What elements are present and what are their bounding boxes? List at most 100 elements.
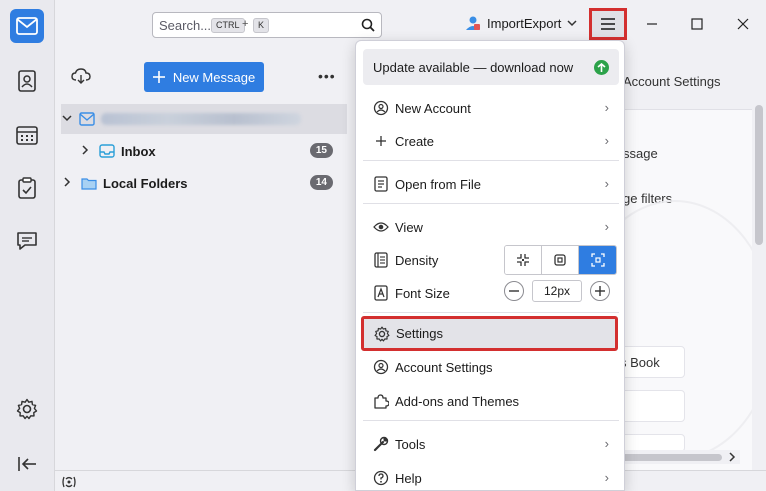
chevron-right-icon: › (604, 100, 609, 115)
chevron-right-icon: › (604, 176, 609, 191)
inbox-icon (99, 144, 115, 158)
chevron-right-icon: › (604, 470, 609, 485)
puzzle-icon (370, 393, 392, 409)
menu-label-account-settings: Account Settings (395, 359, 493, 375)
font-size-controls: 12px (504, 280, 610, 302)
close-button[interactable] (733, 14, 753, 34)
update-available-label: Update available — download now (373, 59, 574, 75)
address-book-card-label: s Book (620, 355, 660, 370)
chevron-right-icon[interactable] (79, 144, 91, 158)
menu-item-create[interactable]: Create › (363, 126, 619, 156)
chevron-down-icon[interactable] (61, 114, 73, 125)
font-size-increase-button[interactable] (590, 281, 610, 301)
update-available-item[interactable]: Update available — download now (363, 49, 619, 85)
folder-account-row[interactable] (61, 104, 347, 134)
menu-item-help[interactable]: Help › (363, 463, 619, 490)
plus-icon (595, 286, 605, 296)
tasks-icon (18, 177, 36, 199)
font-size-icon (370, 285, 392, 301)
account-mail-icon (79, 112, 95, 126)
open-file-icon (370, 176, 392, 192)
menu-item-open-from-file[interactable]: Open from File › (363, 169, 619, 199)
horizontal-scrollbar[interactable] (610, 450, 740, 464)
scroll-right-icon[interactable] (728, 452, 736, 462)
density-touch-button[interactable] (579, 246, 616, 274)
collapse-left-icon (18, 457, 36, 471)
calendar-icon (16, 126, 38, 145)
minimize-button[interactable] (642, 14, 662, 34)
chevron-right-icon: › (604, 436, 609, 451)
new-message-label: New Message (172, 69, 256, 85)
menu-item-account-settings[interactable]: Account Settings (363, 352, 619, 382)
account-settings-icon (370, 359, 392, 375)
menu-item-density: Density (363, 245, 619, 275)
content-line-message[interactable]: ssage (623, 146, 658, 161)
menu-item-view[interactable]: View › (363, 212, 619, 242)
font-size-decrease-button[interactable] (504, 281, 524, 301)
search-icon[interactable] (361, 18, 375, 35)
menu-separator (363, 203, 619, 204)
folder-label-inbox: Inbox (121, 143, 156, 159)
chat-space-button[interactable] (10, 224, 44, 258)
touch-density-icon (590, 253, 605, 267)
calendar-space-button[interactable] (10, 118, 44, 152)
help-icon (370, 470, 392, 486)
settings-space-button[interactable] (10, 392, 44, 426)
menu-item-tools[interactable]: Tools › (363, 429, 619, 459)
menu-label-addons-themes: Add-ons and Themes (395, 393, 520, 409)
search-placeholder: Search... (159, 18, 212, 33)
folder-icon (81, 178, 97, 190)
shortcut-plus: + (242, 18, 249, 30)
folder-item-inbox[interactable]: Inbox 15 (61, 136, 347, 166)
chevron-right-icon[interactable] (61, 176, 73, 190)
folder-item-local-folders[interactable]: Local Folders 14 (61, 168, 347, 198)
menu-label-create: Create (395, 133, 435, 149)
cloud-download-icon[interactable] (71, 68, 91, 87)
menu-label-tools: Tools (395, 436, 426, 452)
menu-item-new-account[interactable]: New Account › (363, 93, 619, 123)
density-normal-button[interactable] (542, 246, 579, 274)
shortcut-key-ctrl: CTRL (211, 18, 245, 33)
app-menu-button[interactable] (589, 8, 627, 40)
account-switcher[interactable]: ImportExport (465, 15, 577, 31)
density-icon (370, 252, 392, 268)
chevron-right-icon: › (604, 219, 609, 234)
unread-badge-inbox: 15 (309, 143, 333, 158)
density-compact-button[interactable] (505, 246, 542, 274)
menu-item-font-size: Font Size 12px (363, 278, 619, 308)
menu-label-help: Help (395, 470, 422, 486)
account-settings-link[interactable]: Account Settings (623, 74, 721, 89)
account-avatar-icon (466, 16, 480, 30)
font-size-value[interactable]: 12px (532, 280, 582, 302)
maximize-button[interactable] (687, 14, 707, 34)
address-book-space-button[interactable] (10, 64, 44, 98)
vertical-scrollbar[interactable] (752, 50, 766, 470)
folder-label-local-folders: Local Folders (103, 175, 188, 191)
eye-icon (370, 221, 392, 233)
mail-space-button[interactable] (10, 9, 44, 43)
app-menu-panel: Update available — download now New Acco… (355, 40, 625, 491)
chevron-right-icon: › (604, 133, 609, 148)
folder-pane-more-button[interactable]: ••• (318, 68, 336, 84)
menu-label-view: View (395, 219, 423, 235)
menu-separator (363, 160, 619, 161)
collapse-spaces-button[interactable] (10, 447, 44, 481)
online-status-icon[interactable] (61, 474, 77, 491)
menu-label-new-account: New Account (395, 100, 471, 116)
mail-icon (16, 17, 38, 35)
menu-item-settings[interactable]: Settings (361, 316, 618, 351)
chat-icon (17, 232, 37, 250)
menu-separator (363, 312, 619, 313)
address-book-icon (18, 70, 36, 92)
search-input[interactable]: Search... CTRL + K (152, 12, 382, 38)
new-message-button[interactable]: New Message (144, 62, 264, 92)
vertical-scrollbar-thumb[interactable] (755, 105, 763, 245)
tasks-space-button[interactable] (10, 171, 44, 205)
menu-item-addons-themes[interactable]: Add-ons and Themes (363, 386, 619, 416)
minimize-icon (647, 23, 657, 25)
menu-label-settings: Settings (396, 326, 443, 341)
horizontal-scrollbar-thumb[interactable] (614, 454, 722, 461)
hamburger-icon (601, 18, 615, 30)
spaces-toolbar (0, 0, 55, 491)
update-arrow-icon (594, 60, 609, 75)
